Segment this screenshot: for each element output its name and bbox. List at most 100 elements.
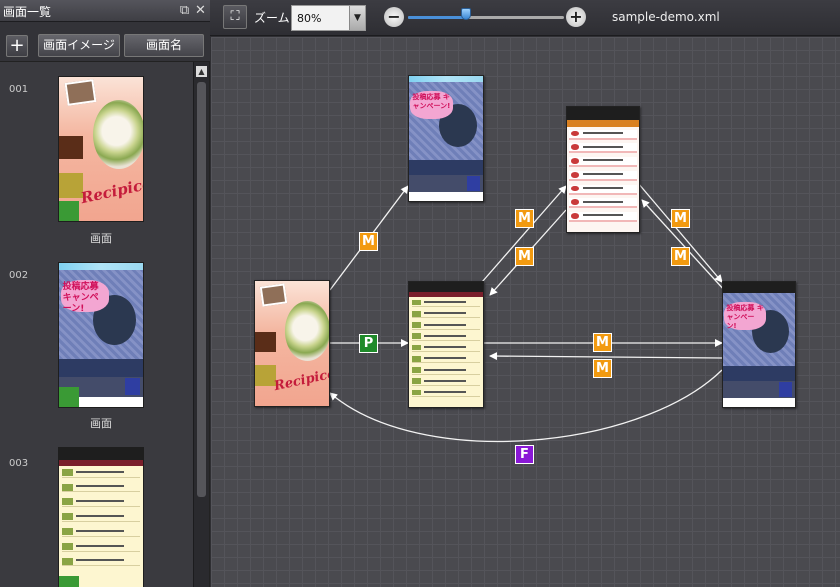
screen-list-item[interactable]: 002 投稿応募 キャンペーン! 画面	[0, 252, 192, 442]
list-row	[569, 157, 637, 167]
list-row	[411, 310, 481, 319]
list-row	[411, 299, 481, 307]
panel-title: 画面一覧	[3, 5, 52, 19]
screen-node-chat[interactable]	[566, 106, 640, 233]
list-row	[569, 129, 637, 140]
screen-node-campaign[interactable]: 投稿応募 キャンペーン!	[408, 75, 484, 202]
list-row	[569, 170, 637, 181]
menu-block	[59, 136, 83, 160]
list-row	[62, 483, 140, 493]
food-photo	[92, 100, 143, 170]
photo-decoration	[259, 283, 288, 307]
campaign-banner: 投稿応募 キャンペーン!	[410, 91, 454, 119]
screen-list: 001 Recipico 画面 002 投稿応募 キャンペーン! 画面 003	[0, 62, 192, 587]
zoom-select[interactable]: 80% ▼	[291, 5, 366, 31]
header-bar	[567, 119, 639, 127]
photo-decoration	[64, 79, 96, 107]
transition-badge[interactable]: M	[593, 333, 612, 352]
screen-image-button[interactable]: 画面イメージ	[38, 34, 120, 57]
screen-list-item[interactable]: 003	[0, 442, 192, 587]
link-icon	[59, 387, 79, 407]
transition-badge[interactable]: F	[515, 445, 534, 464]
list-row	[569, 143, 637, 154]
campaign-banner: 投稿応募 キャンペーン!	[724, 302, 767, 330]
tab-bar	[59, 448, 143, 460]
screen-number: 002	[9, 270, 29, 281]
transition-badge[interactable]: P	[359, 334, 378, 353]
app-logo: Recipico	[273, 365, 330, 394]
screen-caption: 画面	[90, 417, 112, 430]
zoom-label: ズーム	[254, 11, 290, 25]
screen-node-campaign-2[interactable]: 投稿応募 キャンペーン!	[722, 281, 796, 408]
link-icon	[59, 201, 79, 221]
chevron-down-icon[interactable]: ▼	[349, 6, 365, 30]
list-row	[62, 468, 140, 478]
add-screen-button[interactable]: +	[6, 35, 28, 57]
link-icon	[59, 576, 79, 587]
zoom-slider-fill	[408, 16, 467, 19]
screen-list-panel: 画面一覧 ⧉ ✕ + 画面イメージ 画面名 001 Recipico 画面 00…	[0, 0, 210, 587]
tab-bar	[723, 282, 795, 294]
scrollbar-thumb[interactable]	[197, 82, 206, 497]
panel-title-bar: 画面一覧 ⧉ ✕	[0, 0, 210, 22]
screen-thumbnail[interactable]: Recipico	[58, 76, 144, 222]
close-icon[interactable]: ✕	[194, 4, 207, 17]
list-row	[62, 498, 140, 508]
screen-thumbnail[interactable]: 投稿応募 キャンペーン!	[58, 262, 144, 408]
list-row	[411, 389, 481, 397]
action-button	[466, 176, 481, 191]
zoom-in-icon[interactable]: +	[566, 7, 586, 27]
transition-badge[interactable]: M	[671, 209, 690, 228]
list-row	[411, 333, 481, 341]
tab-bar	[567, 107, 639, 120]
zoom-slider-handle[interactable]	[461, 8, 472, 20]
menu-block	[59, 173, 83, 198]
screen-caption: 画面	[90, 232, 112, 245]
food-photo	[284, 301, 329, 361]
list-row	[411, 322, 481, 330]
screen-thumbnail[interactable]	[58, 447, 144, 587]
zoom-out-icon[interactable]: −	[384, 7, 404, 27]
transition-badge[interactable]: M	[515, 209, 534, 228]
scroll-top-icon[interactable]: ▲	[196, 66, 207, 77]
transition-badge[interactable]: M	[593, 359, 612, 378]
list-row	[62, 527, 140, 537]
screen-list-item[interactable]: 001 Recipico 画面	[0, 62, 192, 252]
action-button	[779, 382, 793, 397]
tab-bar	[409, 282, 483, 292]
list-row	[62, 513, 140, 522]
list-row	[411, 344, 481, 352]
screen-number: 001	[9, 84, 29, 95]
screen-name-button[interactable]: 画面名	[124, 34, 204, 57]
list-row	[411, 355, 481, 364]
list-row	[62, 542, 140, 552]
fit-to-screen-icon[interactable]: ⛶	[223, 5, 247, 29]
screen-number: 003	[9, 458, 29, 469]
zoom-value: 80%	[297, 12, 322, 25]
list-row	[569, 184, 637, 195]
transition-badge[interactable]: M	[515, 247, 534, 266]
vertical-scrollbar[interactable]: ▲	[193, 62, 209, 587]
list-row	[411, 367, 481, 375]
app-logo: Recipico	[79, 174, 144, 208]
info-section	[409, 159, 483, 175]
transition-badge[interactable]: M	[359, 232, 378, 251]
campaign-banner: 投稿応募 キャンペーン!	[60, 280, 110, 314]
zoom-slider[interactable]	[408, 16, 564, 19]
info-section	[723, 365, 795, 381]
transition-badge[interactable]: M	[671, 247, 690, 266]
file-name: sample-demo.xml	[612, 10, 720, 24]
screen-node-list[interactable]	[408, 281, 484, 408]
menu-block	[255, 332, 276, 353]
header-bar	[59, 459, 143, 466]
screen-node-recipe[interactable]: Recipico	[254, 280, 330, 407]
plus-icon: +	[9, 35, 25, 56]
list-row	[569, 212, 637, 222]
list-row	[411, 378, 481, 386]
status-bar	[59, 263, 143, 271]
restore-window-icon[interactable]: ⧉	[178, 4, 191, 17]
action-button	[124, 378, 140, 396]
list-row	[62, 557, 140, 567]
info-section	[59, 359, 143, 377]
header-bar	[409, 292, 483, 297]
